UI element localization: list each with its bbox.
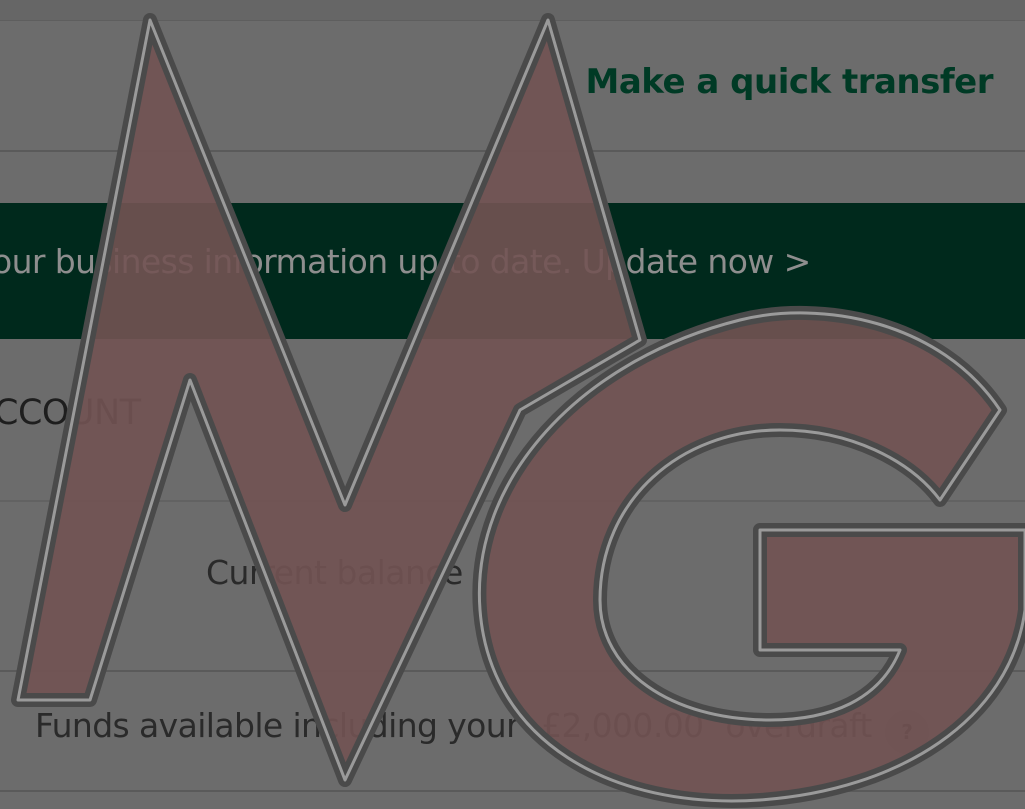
overdraft-amount: £2,000.00 bbox=[540, 706, 704, 745]
funds-suffix: overdraft bbox=[725, 706, 872, 745]
banner-message-text: our business information up to date. bbox=[0, 242, 572, 281]
divider bbox=[0, 670, 1025, 672]
funds-prefix: Funds available including your bbox=[35, 706, 520, 745]
current-balance-label: Current balance bbox=[206, 553, 463, 592]
mg-logo-watermark bbox=[11, 13, 1025, 808]
update-now-link[interactable]: Update now > bbox=[582, 242, 812, 281]
banking-page: Make a quick transfer our business infor… bbox=[0, 0, 1025, 809]
quick-transfer-link[interactable]: Make a quick transfer bbox=[586, 62, 994, 102]
overdraft-help-icon[interactable]: ? bbox=[885, 710, 929, 754]
divider bbox=[0, 150, 1025, 152]
funds-available-row: Funds available including your £2,000.00… bbox=[35, 706, 884, 745]
account-heading: CCOUNT bbox=[0, 393, 141, 433]
banner-message: our business information up to date. Upd… bbox=[0, 242, 811, 281]
top-strip bbox=[0, 0, 1025, 21]
divider bbox=[0, 500, 1025, 502]
divider bbox=[0, 790, 1025, 792]
